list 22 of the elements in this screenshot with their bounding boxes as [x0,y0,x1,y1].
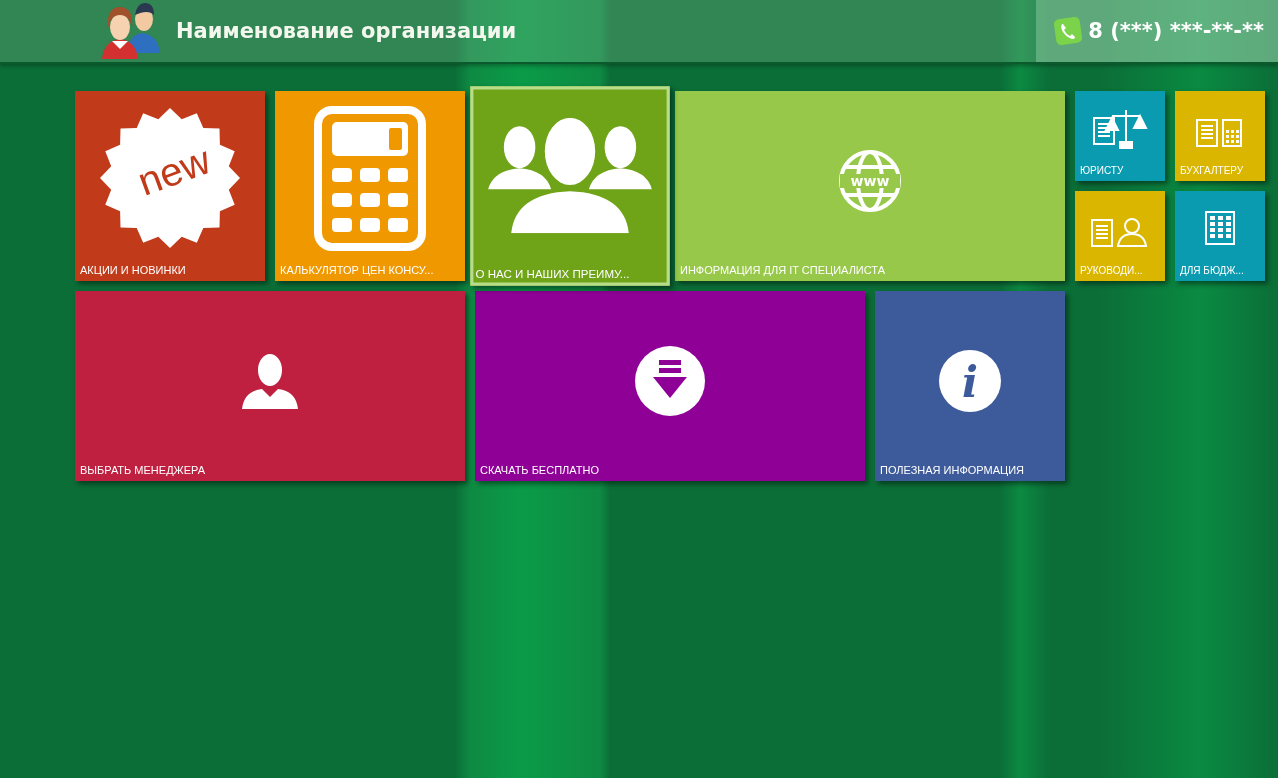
people-icon [488,117,652,234]
menu-tile[interactable]: www ИНФОРМАЦИЯ ДЛЯ IT СПЕЦИАЛИСТА [675,91,1065,281]
menu-tile[interactable]: О НАС И НАШИХ ПРЕИМУ... [470,86,670,286]
menu-tile[interactable]: new АКЦИИ И НОВИНКИ [75,91,265,281]
menu-tile[interactable]: ЮРИСТУ [1075,91,1165,181]
organization-name: Наименование организации [176,19,517,43]
download-icon [635,346,705,416]
new-label: new [131,137,216,205]
calculator-icon [314,105,426,251]
building-icon [1205,211,1235,245]
menu-tile[interactable]: i ПОЛЕЗНАЯ ИНФОРМАЦИЯ [875,291,1065,481]
menu-tile[interactable]: ДЛЯ БЮДЖ... [1175,191,1265,281]
menu-tile[interactable]: БУХГАЛТЕРУ [1175,91,1265,181]
www-label: www [850,173,890,189]
phone-icon [1054,17,1083,45]
phone-number: 8 (***) ***-**-** [1088,19,1264,43]
info-letter: i [962,358,978,407]
menu-tile[interactable]: ВЫБРАТЬ МЕНЕДЖЕРА [75,291,465,481]
menu-tile[interactable]: СКАЧАТЬ БЕСПЛАТНО [475,291,865,481]
person-icon [242,353,298,409]
menu-tile[interactable]: КАЛЬКУЛЯТОР ЦЕН КОНСУ... [275,91,465,281]
menu-tile[interactable]: РУКОВОДИ... [1075,191,1165,281]
